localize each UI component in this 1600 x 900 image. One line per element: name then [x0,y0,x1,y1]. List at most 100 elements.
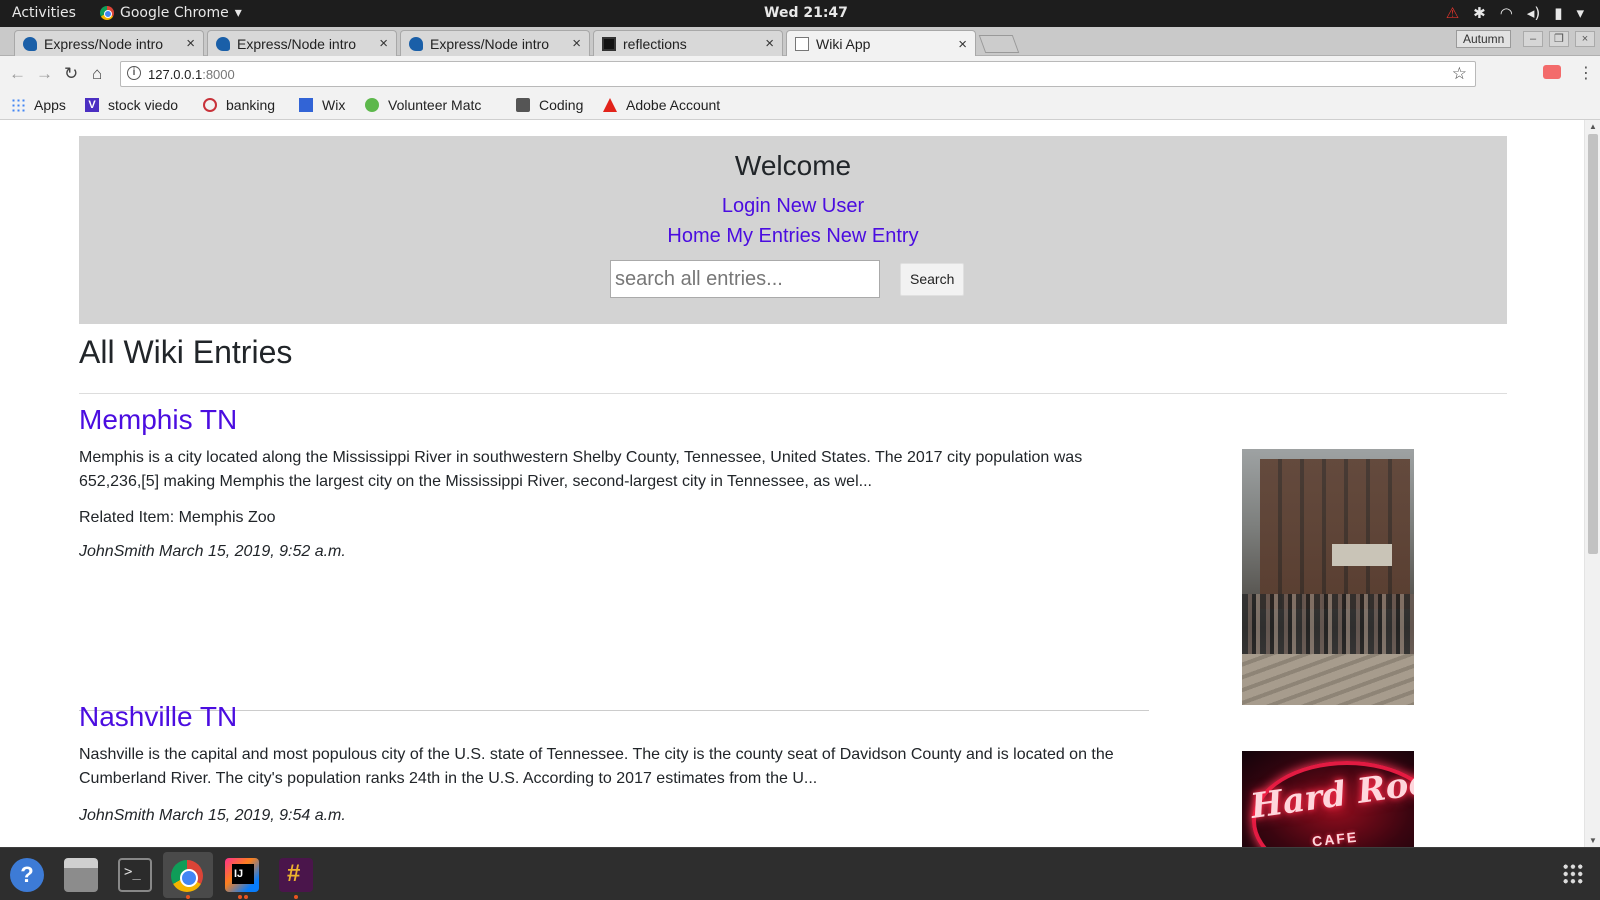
files-icon[interactable] [64,858,98,892]
bookmark-coding[interactable]: Coding [516,97,583,113]
tab-express-node-1[interactable]: Express/Node intro × [14,30,204,56]
tab-title: reflections [623,35,687,52]
bookmark-volunteer[interactable]: Volunteer Matc [365,97,481,113]
terminal-icon[interactable]: >_ [118,858,152,892]
tab-reflections[interactable]: reflections × [593,30,783,56]
volunteer-icon [365,98,379,112]
entry-description: Memphis is a city located along the Miss… [79,449,1083,490]
browser-toolbar: ← → ↻ ⌂ i 127.0.0.1:8000 ☆ ⋮ [0,56,1600,93]
system-top-bar: Activities Google Chrome ▾ Wed 21:47 ⚠ ✱… [0,0,1600,27]
close-icon[interactable]: × [958,36,967,53]
scrollbar-thumb[interactable] [1588,134,1598,554]
close-icon[interactable]: × [572,35,581,52]
bookmark-star-icon[interactable]: ☆ [1452,64,1467,84]
info-icon[interactable]: i [127,66,141,80]
running-indicator [294,895,298,899]
back-arrow-icon[interactable]: ← [9,64,26,84]
login-link[interactable]: Login [722,195,771,217]
clock[interactable]: Wed 21:47 [764,5,848,21]
tab-express-node-2[interactable]: Express/Node intro × [207,30,397,56]
tab-wiki-app[interactable]: Wiki App × [786,30,976,57]
tab-express-node-3[interactable]: Express/Node intro × [400,30,590,56]
node-favicon [409,36,423,51]
bookmarks-bar: Apps Vstock viedo banking Wix Volunteer … [0,93,1600,120]
auth-links: Login New User [79,191,1507,221]
battery-icon[interactable]: ▮ [1554,4,1562,22]
system-tray[interactable]: ⚠ ✱ ◠ ◂) ▮ ▾ [1446,4,1584,22]
entry-meta: JohnSmith March 15, 2019, 9:52 a.m. [79,543,346,560]
chevron-down-icon[interactable]: ▾ [1576,4,1584,22]
entry-title-link[interactable]: Memphis TN [79,403,1139,437]
nav-links: Home My Entries New Entry [79,221,1507,251]
home-link[interactable]: Home [667,225,720,247]
entry-memphis: Memphis TN Memphis is a city located alo… [79,403,1139,561]
hard-rock-cafe-photo: Hard Rock CAFE [1242,751,1414,847]
maximize-button[interactable]: ❐ [1549,31,1569,47]
scroll-up-icon[interactable]: ▲ [1589,122,1597,131]
new-entry-link[interactable]: New Entry [826,225,918,247]
entry-description: Nashville is the capital and most populo… [79,746,1114,787]
wix-icon [299,98,313,112]
tab-title: Wiki App [816,36,871,52]
intellij-favicon [602,36,616,51]
running-indicator [186,895,190,899]
bookmark-banking[interactable]: banking [203,97,275,113]
chevron-down-icon: ▾ [234,5,242,21]
new-tab-button[interactable] [978,35,1020,53]
entry-title-link[interactable]: Nashville TN [79,700,1139,734]
search-input[interactable] [610,260,880,298]
tab-strip: Express/Node intro × Express/Node intro … [0,27,1600,57]
slack-icon[interactable] [279,858,313,892]
running-indicator [244,895,248,899]
close-icon[interactable]: × [379,35,388,52]
bookmark-wix[interactable]: Wix [299,97,345,113]
new-user-link[interactable]: New User [776,195,864,217]
wifi-icon[interactable]: ◠ [1500,4,1513,22]
tab-title: Express/Node intro [44,35,164,52]
address-bar[interactable]: i 127.0.0.1:8000 ☆ [120,61,1476,87]
adobe-icon [603,98,617,112]
minimize-button[interactable]: – [1523,31,1543,47]
profile-button[interactable]: Autumn [1456,30,1512,48]
tab-title: Express/Node intro [430,35,550,52]
window-close-button[interactable]: × [1575,31,1595,47]
tab-title: Express/Node intro [237,35,357,52]
url-text[interactable]: 127.0.0.1:8000 [148,67,235,82]
welcome-heading: Welcome [734,150,852,181]
activities-button[interactable]: Activities [12,5,76,21]
scroll-down-icon[interactable]: ▼ [1589,836,1597,845]
document-favicon [795,37,809,51]
search-button[interactable]: Search [900,262,965,296]
folder-icon [516,98,530,112]
dock: ? >_ [0,847,1600,900]
running-indicator [238,895,242,899]
reload-icon[interactable]: ↻ [64,64,78,84]
my-entries-link[interactable]: My Entries [726,225,820,247]
bookmark-apps[interactable]: Apps [11,97,66,113]
menu-kebab-icon[interactable]: ⋮ [1578,63,1594,83]
bookmark-stock-viedo[interactable]: Vstock viedo [85,97,178,113]
node-favicon [216,36,230,51]
show-applications-icon[interactable] [1562,863,1584,885]
entry-related: Related Item: Memphis Zoo [79,509,276,526]
slack-tray-icon[interactable]: ✱ [1473,4,1486,22]
chrome-icon [100,6,114,20]
search-form: Search [610,260,965,298]
extension-icon[interactable] [1543,65,1561,79]
chrome-icon[interactable] [171,860,203,892]
page-scrollbar[interactable]: ▲ ▼ [1584,120,1600,847]
warning-icon[interactable]: ⚠ [1446,4,1459,22]
intellij-icon[interactable] [225,858,259,892]
bookmark-adobe[interactable]: Adobe Account [603,97,720,113]
volume-icon[interactable]: ◂) [1527,4,1540,22]
close-icon[interactable]: × [765,35,774,52]
app-menu[interactable]: Google Chrome ▾ [100,5,242,21]
forward-arrow-icon[interactable]: → [36,64,53,84]
help-icon[interactable]: ? [10,858,44,892]
divider [79,393,1507,394]
home-icon[interactable]: ⌂ [92,64,102,84]
vimeo-icon: V [85,98,99,112]
memphis-street-photo [1242,449,1414,705]
close-icon[interactable]: × [186,35,195,52]
app-menu-label: Google Chrome [120,5,229,21]
